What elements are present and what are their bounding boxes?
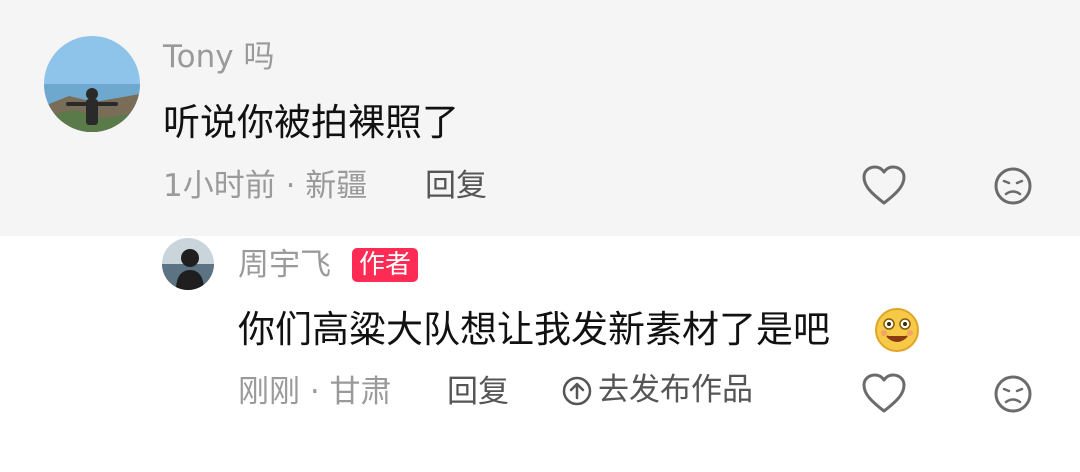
publish-work-button[interactable]: 去发布作品 bbox=[562, 375, 753, 406]
smiling-emoji-icon bbox=[873, 306, 921, 354]
comment-meta: 1小时前 · 新疆 bbox=[163, 168, 368, 204]
sad-face-icon[interactable] bbox=[993, 166, 1033, 206]
reply-button[interactable]: 回复 bbox=[425, 171, 487, 202]
arrow-up-circle-icon bbox=[562, 376, 592, 405]
comment-item-1: Tony 吗 听说你被拍裸照了 1小时前 · 新疆 回复 bbox=[0, 0, 1080, 236]
heart-outline-icon[interactable] bbox=[861, 372, 907, 414]
comment-text: 听说你被拍裸照了 bbox=[163, 101, 459, 144]
reply-button[interactable]: 回复 bbox=[447, 377, 509, 408]
person-sea-avatar-icon bbox=[162, 238, 214, 290]
sad-face-icon[interactable] bbox=[993, 374, 1033, 414]
avatar[interactable] bbox=[44, 36, 140, 132]
comment-meta: 刚刚 · 甘肃 bbox=[238, 374, 392, 410]
comment-text: 你们高粱大队想让我发新素材了是吧 bbox=[238, 308, 830, 351]
publish-work-label: 去发布作品 bbox=[598, 372, 753, 408]
person-scenic-avatar-icon bbox=[44, 36, 140, 132]
avatar[interactable] bbox=[162, 238, 214, 290]
comment-username[interactable]: Tony 吗 bbox=[163, 42, 274, 73]
author-badge: 作者 bbox=[352, 248, 419, 282]
comment-username[interactable]: 周宇飞 bbox=[238, 250, 331, 281]
heart-outline-icon[interactable] bbox=[861, 164, 907, 206]
comment-item-2: 周宇飞 作者 你们高粱大队想让我发新素材了是吧 刚刚 · 甘肃 回复 去发布作品 bbox=[0, 236, 1080, 472]
